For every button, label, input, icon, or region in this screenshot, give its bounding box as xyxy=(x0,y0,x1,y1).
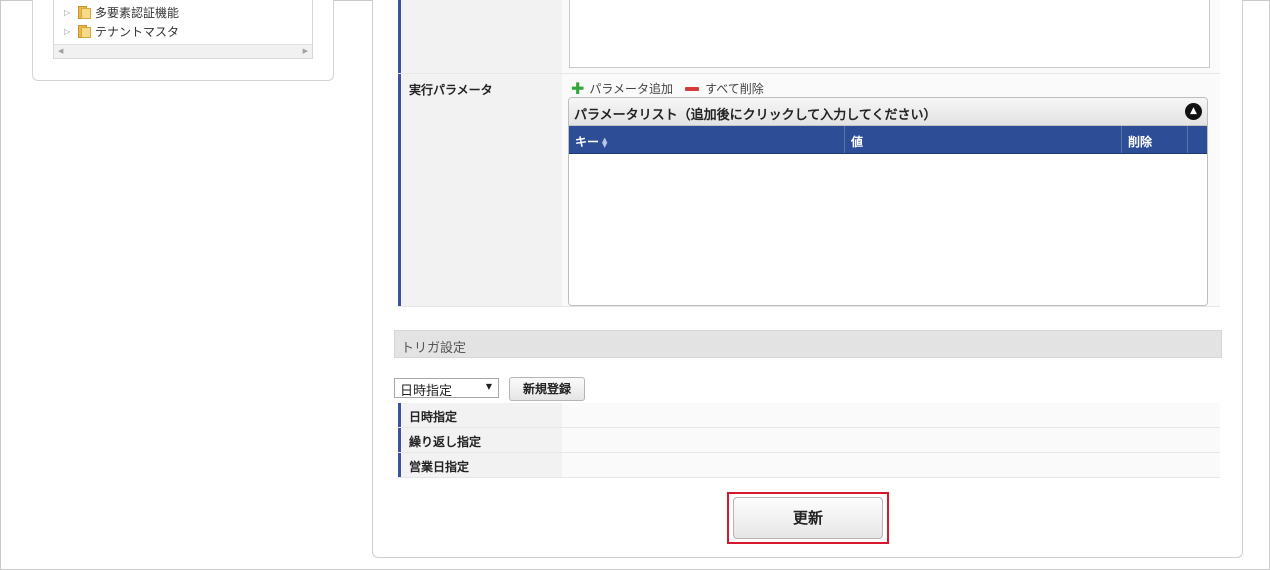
dropdown-arrow-icon: ▼ xyxy=(485,382,492,391)
new-register-button[interactable]: 新規登録 xyxy=(509,377,585,401)
row-value xyxy=(562,0,1220,73)
trigger-row-label: 営業日指定 xyxy=(398,453,562,477)
param-toolbar: ✚ パラメータ追加 すべて削除 xyxy=(571,80,764,97)
tree-view: ▷ 多要素認証機能 ▷ テナントマスタ ◀ ▶ xyxy=(53,0,313,59)
scroll-right-icon[interactable]: ▶ xyxy=(303,47,308,55)
column-header-delete[interactable]: 削除 xyxy=(1122,126,1188,153)
collapse-icon[interactable]: ▲ xyxy=(1185,103,1202,120)
tree-item-label: テナントマスタ xyxy=(95,24,180,39)
column-header-key[interactable]: キー ▲ ▼ xyxy=(569,126,845,153)
add-parameter-link[interactable]: パラメータ追加 xyxy=(589,80,673,97)
folder-icon xyxy=(78,24,91,38)
row-label xyxy=(398,0,562,73)
row-value: ✚ パラメータ追加 すべて削除 パラメータリスト（追加後にクリックして入力してく… xyxy=(562,74,1220,306)
trigger-row-datetime: 日時指定 xyxy=(398,403,1220,428)
grid-body xyxy=(569,154,1207,305)
grid-caption-text: パラメータリスト（追加後にクリックして入力してください） xyxy=(574,108,937,123)
select-value: 日時指定 xyxy=(400,384,453,399)
row-value xyxy=(562,428,1220,452)
form-row-exec-params: 実行パラメータ ✚ パラメータ追加 すべて削除 パラメータリスト（追加後にクリッ… xyxy=(398,74,1220,307)
folder-icon xyxy=(78,5,91,19)
delete-all-link[interactable]: すべて削除 xyxy=(705,80,764,97)
update-button[interactable]: 更新 xyxy=(733,497,883,539)
textarea-field[interactable] xyxy=(569,0,1210,68)
scroll-left-icon[interactable]: ◀ xyxy=(58,47,63,55)
main-form-panel: 実行パラメータ ✚ パラメータ追加 すべて削除 パラメータリスト（追加後にクリッ… xyxy=(372,0,1243,558)
row-value xyxy=(562,453,1220,477)
form-row-previous xyxy=(398,0,1220,74)
trigger-section-header: トリガ設定 xyxy=(394,330,1222,358)
horizontal-scrollbar[interactable]: ◀ ▶ xyxy=(54,44,312,58)
grid-caption: パラメータリスト（追加後にクリックして入力してください） ▲ xyxy=(569,98,1207,126)
row-value xyxy=(562,403,1220,427)
column-header-value[interactable]: 値 xyxy=(845,126,1122,153)
add-icon[interactable]: ✚ xyxy=(571,80,584,96)
expand-arrow-icon[interactable]: ▷ xyxy=(64,27,72,36)
parameter-list-grid: パラメータリスト（追加後にクリックして入力してください） ▲ キー ▲ ▼ 値 削除 xyxy=(568,97,1208,306)
trigger-row-label: 繰り返し指定 xyxy=(398,428,562,452)
trigger-row-label: 日時指定 xyxy=(398,403,562,427)
expand-arrow-icon[interactable]: ▷ xyxy=(64,8,72,17)
tree-item-mfa[interactable]: ▷ 多要素認証機能 xyxy=(64,3,179,21)
tree-panel: ▷ 多要素認証機能 ▷ テナントマスタ ◀ ▶ xyxy=(32,0,334,81)
exec-params-label: 実行パラメータ xyxy=(398,74,562,306)
trigger-type-select[interactable]: 日時指定 ▼ xyxy=(394,378,499,399)
remove-icon[interactable] xyxy=(685,86,700,91)
trigger-row-repeat: 繰り返し指定 xyxy=(398,428,1220,453)
tree-item-tenant-master[interactable]: ▷ テナントマスタ xyxy=(64,22,179,40)
tree-item-label: 多要素認証機能 xyxy=(95,5,180,20)
trigger-row-business-day: 営業日指定 xyxy=(398,453,1220,478)
sort-icon[interactable]: ▲ ▼ xyxy=(602,136,607,148)
grid-header-row: キー ▲ ▼ 値 削除 xyxy=(569,126,1207,154)
